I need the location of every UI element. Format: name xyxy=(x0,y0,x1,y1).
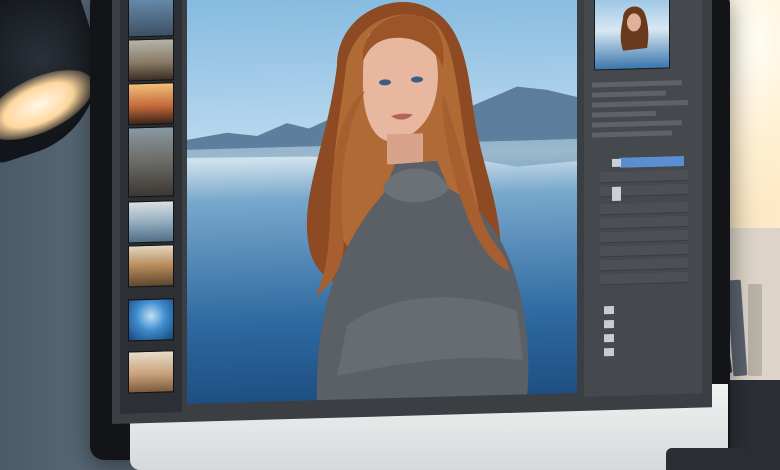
layer-row[interactable] xyxy=(600,215,688,230)
photo-scene xyxy=(0,0,780,470)
delete-layer-icon[interactable] xyxy=(604,347,614,357)
panel-toolbar-row[interactable] xyxy=(592,99,688,108)
portrait-image xyxy=(187,2,577,401)
navigator-preview[interactable] xyxy=(594,0,670,71)
new-layer-icon[interactable] xyxy=(604,305,614,315)
pier-thumbnail[interactable] xyxy=(128,126,174,198)
sunset-thumbnail[interactable] xyxy=(128,82,174,126)
trees-thumbnail[interactable] xyxy=(128,38,174,82)
portrait-thumbnail[interactable] xyxy=(128,0,174,38)
blue-water-thumbnail[interactable] xyxy=(128,298,174,342)
panel-toolbar-row[interactable] xyxy=(592,130,672,138)
book xyxy=(748,284,762,376)
layer-row[interactable] xyxy=(600,229,688,244)
layer-row[interactable] xyxy=(600,243,688,258)
image-canvas[interactable] xyxy=(187,0,577,404)
layer-row[interactable] xyxy=(600,169,688,184)
side-panel xyxy=(584,0,702,397)
adjustment-icon[interactable] xyxy=(604,333,614,343)
panel-toolbar-row[interactable] xyxy=(592,90,666,98)
filmstrip xyxy=(120,0,182,414)
layer-row[interactable] xyxy=(600,201,688,216)
layer-thumbnail xyxy=(612,158,621,168)
layer-thumbnail xyxy=(612,186,621,202)
selected-layer[interactable] xyxy=(620,156,684,168)
navigator-thumbnail xyxy=(620,6,649,51)
layer-mask-icon[interactable] xyxy=(604,319,614,329)
lake-thumbnail[interactable] xyxy=(128,200,174,244)
panel-toolbar-row[interactable] xyxy=(592,110,656,118)
panel-toolbar-row[interactable] xyxy=(592,120,682,128)
mug xyxy=(666,448,752,470)
panel-toolbar-row[interactable] xyxy=(592,80,682,88)
monitor-screen xyxy=(112,0,712,425)
rock-thumbnail[interactable] xyxy=(128,350,174,394)
layer-row[interactable] xyxy=(600,271,688,286)
layer-row[interactable] xyxy=(600,257,688,272)
field-thumbnail[interactable] xyxy=(128,244,174,288)
